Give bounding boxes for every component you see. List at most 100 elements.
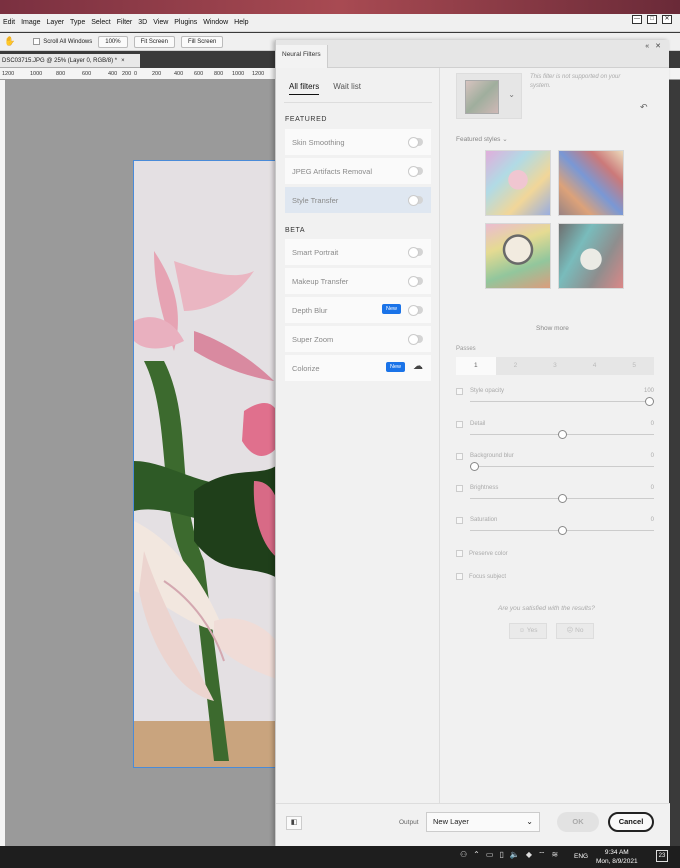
slider-track[interactable] bbox=[470, 401, 654, 402]
param-label: Saturation bbox=[470, 517, 498, 523]
tab-wait-list[interactable]: Wait list bbox=[333, 82, 361, 95]
hand-tool-icon[interactable]: ✋ bbox=[4, 36, 15, 47]
close-doc-icon[interactable]: × bbox=[121, 58, 125, 64]
document-tab[interactable]: DSC03715.JPG @ 25% (Layer 0, RGB/8) * × bbox=[0, 54, 140, 68]
filter-super-zoom[interactable]: Super Zoom bbox=[285, 326, 431, 352]
filter-depth-blur[interactable]: Depth Blur New bbox=[285, 297, 431, 323]
menu-plugins[interactable]: Plugins bbox=[171, 19, 200, 26]
volume-icon[interactable]: 🔈 bbox=[510, 850, 520, 860]
menu-help[interactable]: Help bbox=[231, 19, 251, 26]
pass-option[interactable]: 4 bbox=[575, 357, 615, 375]
minimize-button[interactable]: — bbox=[632, 15, 642, 24]
param-checkbox[interactable] bbox=[456, 517, 463, 524]
ruler-tick: 0 bbox=[134, 71, 138, 77]
style-image-selector[interactable]: ⌄ bbox=[456, 73, 522, 119]
cancel-button[interactable]: Cancel bbox=[608, 812, 654, 832]
focus-subject-checkbox[interactable] bbox=[456, 573, 463, 580]
panel-collapse-close-icon[interactable]: « ✕ bbox=[645, 42, 663, 50]
style-thumbnail-1[interactable] bbox=[485, 150, 551, 216]
ok-button[interactable]: OK bbox=[557, 812, 599, 832]
menu-type[interactable]: Type bbox=[67, 19, 88, 26]
battery-icon[interactable]: ▯ bbox=[499, 850, 503, 860]
menu-image[interactable]: Image bbox=[18, 19, 43, 26]
slider-track[interactable] bbox=[470, 466, 654, 467]
slider-knob[interactable] bbox=[470, 462, 479, 471]
neural-filters-panel: Neural Filters « ✕ All filters Wait list… bbox=[275, 40, 670, 846]
preserve-color-option[interactable]: Preserve color bbox=[456, 550, 508, 557]
scroll-all-checkbox[interactable] bbox=[33, 37, 41, 45]
preserve-color-checkbox[interactable] bbox=[456, 550, 463, 557]
ruler-tick: 600 bbox=[82, 71, 92, 77]
pass-option[interactable]: 5 bbox=[614, 357, 654, 375]
style-thumbnail-3[interactable] bbox=[485, 223, 551, 289]
people-icon[interactable]: ⚇ bbox=[460, 850, 467, 860]
close-button[interactable]: ✕ bbox=[662, 15, 672, 24]
output-value: New Layer bbox=[433, 817, 469, 826]
show-more-link[interactable]: Show more bbox=[536, 325, 569, 332]
toggle-switch[interactable] bbox=[408, 276, 423, 287]
undo-icon[interactable]: ↶ bbox=[640, 102, 648, 113]
menu-select[interactable]: Select bbox=[88, 19, 113, 26]
toggle-switch[interactable] bbox=[408, 305, 423, 316]
param-saturation: Saturation 0 bbox=[456, 517, 654, 547]
output-select[interactable]: New Layer ⌄ bbox=[426, 812, 540, 832]
dropbox-icon[interactable]: ◆ bbox=[526, 850, 532, 860]
document-image[interactable] bbox=[133, 160, 281, 768]
featured-styles-dropdown[interactable]: Featured styles ⌄ bbox=[456, 135, 508, 143]
cloud-download-icon[interactable]: ☁ bbox=[413, 361, 423, 372]
style-thumbnail-2[interactable] bbox=[558, 150, 624, 216]
pass-option[interactable]: 3 bbox=[535, 357, 575, 375]
toggle-switch[interactable] bbox=[408, 166, 423, 177]
tab-all-filters[interactable]: All filters bbox=[289, 82, 320, 95]
filter-skin-smoothing[interactable]: Skin Smoothing bbox=[285, 129, 431, 155]
wifi-icon[interactable]: ≋ bbox=[552, 850, 559, 860]
fill-screen-button[interactable]: Fill Screen bbox=[180, 35, 224, 48]
menu-view[interactable]: View bbox=[150, 19, 171, 26]
ruler-tick: 1200 bbox=[252, 71, 265, 77]
filter-style-transfer[interactable]: Style Transfer bbox=[285, 187, 431, 213]
beta-heading: BETA bbox=[285, 227, 306, 234]
menu-3d[interactable]: 3D bbox=[135, 19, 150, 26]
slider-knob[interactable] bbox=[557, 430, 567, 439]
menu-edit[interactable]: Edit bbox=[0, 19, 18, 26]
param-checkbox[interactable] bbox=[456, 388, 463, 395]
slider-knob[interactable] bbox=[645, 397, 654, 406]
fit-screen-button[interactable]: Fit Screen bbox=[133, 35, 175, 48]
menu-layer[interactable]: Layer bbox=[44, 19, 68, 26]
feedback-yes-button[interactable]: ☺ Yes bbox=[509, 623, 547, 639]
network-icon[interactable]: ⌔ bbox=[538, 850, 546, 860]
menu-filter[interactable]: Filter bbox=[114, 19, 136, 26]
pass-option[interactable]: 2 bbox=[496, 357, 536, 375]
style-thumbnail-4[interactable] bbox=[558, 223, 624, 289]
menu-window[interactable]: Window bbox=[200, 19, 231, 26]
scroll-all-windows[interactable]: Scroll All Windows bbox=[33, 37, 92, 45]
pass-option[interactable]: 1 bbox=[456, 357, 496, 375]
notification-icon[interactable]: 23 bbox=[656, 850, 668, 862]
filter-smart-portrait[interactable]: Smart Portrait bbox=[285, 239, 431, 265]
toggle-switch[interactable] bbox=[408, 247, 423, 258]
focus-subject-option[interactable]: Focus subject bbox=[456, 573, 506, 580]
feedback-no-button[interactable]: ☹ No bbox=[556, 623, 594, 639]
clock[interactable]: 9:34 AM Mon, 8/9/2021 bbox=[596, 848, 638, 866]
toggle-switch[interactable] bbox=[408, 137, 423, 148]
monitor-icon[interactable]: ▭ bbox=[486, 850, 494, 860]
param-checkbox[interactable] bbox=[456, 453, 463, 460]
toggle-switch[interactable] bbox=[408, 195, 423, 206]
slider-knob[interactable] bbox=[557, 526, 567, 535]
filter-jpeg-artifacts-removal[interactable]: JPEG Artifacts Removal bbox=[285, 158, 431, 184]
filter-label: Style Transfer bbox=[292, 195, 339, 205]
filter-colorize[interactable]: Colorize New ☁ bbox=[285, 355, 431, 381]
chevron-up-icon[interactable]: ⌃ bbox=[473, 850, 480, 860]
toggle-switch[interactable] bbox=[408, 334, 423, 345]
filter-makeup-transfer[interactable]: Makeup Transfer bbox=[285, 268, 431, 294]
ruler-tick: 200 bbox=[152, 71, 162, 77]
param-checkbox[interactable] bbox=[456, 485, 463, 492]
maximize-button[interactable]: □ bbox=[647, 15, 657, 24]
zoom-100-button[interactable]: 100% bbox=[98, 35, 128, 48]
panel-title-tab[interactable]: Neural Filters bbox=[276, 45, 328, 68]
language-indicator[interactable]: ENG bbox=[574, 853, 588, 860]
filter-label: Super Zoom bbox=[292, 334, 334, 344]
param-checkbox[interactable] bbox=[456, 421, 463, 428]
preview-toggle-icon[interactable]: ◧ bbox=[286, 816, 302, 830]
slider-knob[interactable] bbox=[557, 494, 567, 503]
